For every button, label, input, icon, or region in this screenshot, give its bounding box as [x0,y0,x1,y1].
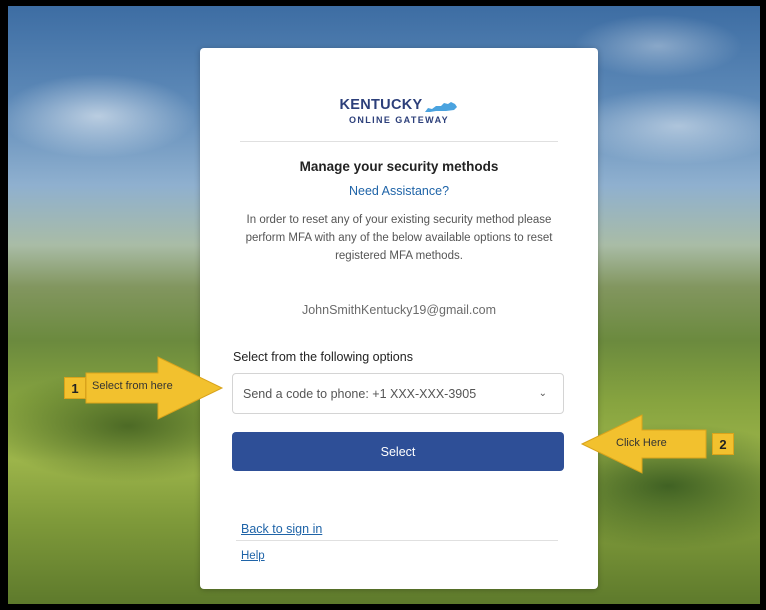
kentucky-state-icon [425,102,458,112]
header-divider [240,141,558,142]
chevron-down-icon: ⌄ [538,388,547,399]
step-1-label: Select from here [92,380,173,392]
security-method-select[interactable]: Send a code to phone: +1 XXX-XXX-3905 ⌄ [232,373,564,414]
select-button[interactable]: Select [232,432,564,471]
login-card: KENTUCKY ONLINE GATEWAY Manage your secu… [200,48,598,589]
help-link[interactable]: Help [241,550,265,562]
annotation-step-2: Click Here 2 [578,411,738,477]
step-number-badge: 1 [64,377,86,399]
need-assistance-link[interactable]: Need Assistance? [200,184,598,198]
selected-option-text: Send a code to phone: +1 XXX-XXX-3905 [243,386,477,401]
step-2-label: Click Here [616,437,667,449]
user-email: JohnSmithKentucky19@gmail.com [301,303,497,317]
logo-text-online-gateway: ONLINE GATEWAY [348,115,450,125]
footer-divider [236,540,558,541]
back-to-sign-in-link[interactable]: Back to sign in [241,522,322,536]
kentucky-online-gateway-logo: KENTUCKY ONLINE GATEWAY [200,96,598,125]
background-landscape: KENTUCKY ONLINE GATEWAY Manage your secu… [8,6,760,604]
page-title: Manage your security methods [299,159,499,174]
annotation-step-1: 1 Select from here [58,353,228,423]
logo-text-kentucky: KENTUCKY [339,97,423,113]
instructions-text: In order to reset any of your existing s… [245,214,553,262]
options-label: Select from the following options [233,350,413,364]
step-number-badge: 2 [712,433,734,455]
